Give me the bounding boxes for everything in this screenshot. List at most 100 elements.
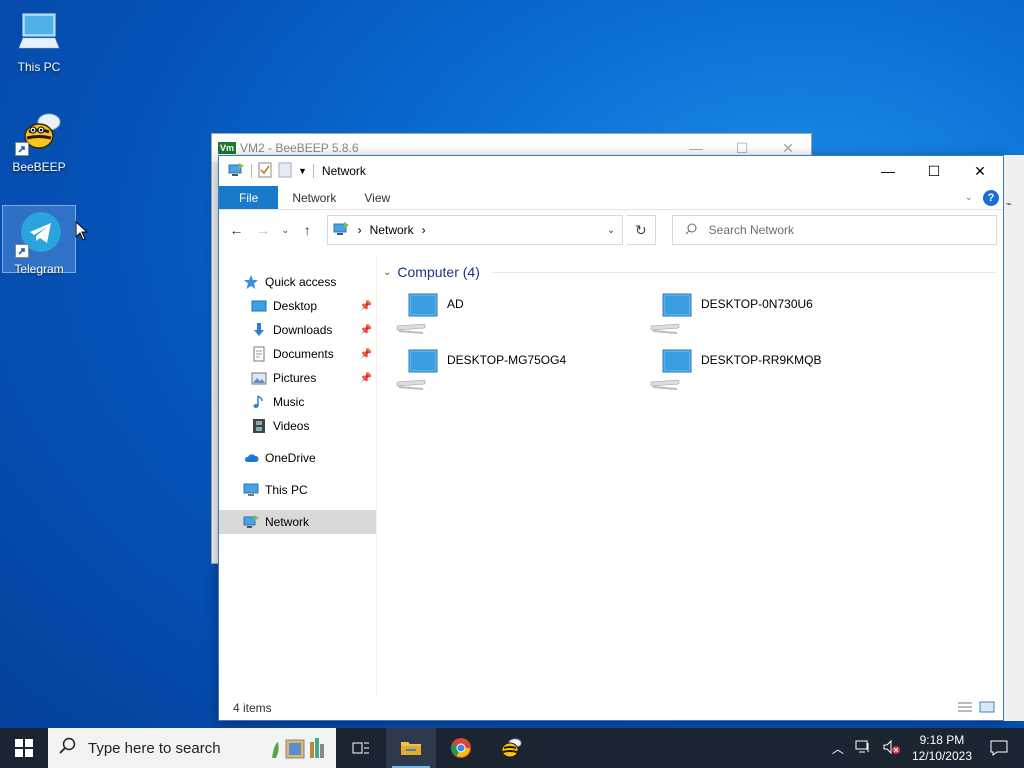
film-strip-icon [251, 418, 267, 434]
window-title: Network [321, 164, 366, 178]
notification-icon [990, 740, 1008, 756]
close-button[interactable]: ✕ [957, 156, 1003, 186]
star-icon [243, 274, 259, 290]
group-header-computer[interactable]: ⌄ Computer (4) [383, 262, 995, 282]
computer-item[interactable]: AD [395, 290, 649, 338]
refresh-button[interactable]: ↻ [627, 215, 656, 245]
maximize-button[interactable]: ☐ [911, 156, 957, 186]
file-explorer-window[interactable]: ▼ Network — ☐ ✕ File Network View ⌄ ? ← … [218, 155, 1004, 721]
customize-toolbar-chevron-icon[interactable]: ▼ [298, 166, 307, 176]
nav-videos[interactable]: Videos [219, 414, 376, 438]
expand-ribbon-chevron-icon[interactable]: ⌄ [965, 192, 973, 203]
computer-item[interactable]: DESKTOP-RR9KMQB [649, 346, 903, 394]
taskbar-search-box[interactable]: Type here to search [48, 728, 336, 768]
minimize-button[interactable]: — [865, 156, 911, 186]
nav-label: This PC [265, 483, 308, 497]
breadcrumb-chevron-icon[interactable]: › [358, 223, 362, 237]
search-highlight-icon [272, 738, 324, 759]
notifications-button[interactable] [982, 740, 1016, 756]
maximize-icon[interactable]: ☐ [719, 140, 765, 157]
show-hidden-icons-chevron-icon[interactable]: ︿ [832, 740, 844, 757]
details-view-icon[interactable] [957, 701, 973, 716]
computer-name: DESKTOP-RR9KMQB [701, 353, 822, 367]
up-button[interactable]: ↑ [296, 218, 319, 242]
computer-icon [649, 346, 695, 395]
desktop-icon-telegram[interactable]: Telegram [2, 205, 76, 276]
this-pc-icon [15, 8, 63, 56]
taskbar: Type here to search ︿ 9:18 PM 12/10/2023 [0, 728, 1024, 768]
taskbar-search-placeholder: Type here to search [88, 739, 221, 757]
pin-icon[interactable]: 📌 [360, 301, 372, 312]
nav-music[interactable]: Music [219, 390, 376, 414]
nav-label: Quick access [265, 275, 337, 289]
computer-item[interactable]: DESKTOP-MG75OG4 [395, 346, 649, 394]
nav-desktop[interactable]: Desktop 📌 [219, 294, 376, 318]
background-window-edge: ⌁ [1004, 155, 1024, 721]
network-status-icon[interactable] [854, 739, 872, 758]
file-explorer-taskbar-button[interactable] [386, 728, 436, 768]
task-view-button[interactable] [336, 728, 386, 768]
computer-name: DESKTOP-0N730U6 [701, 297, 813, 311]
nav-label: Documents [273, 347, 334, 361]
file-view[interactable]: ⌄ Computer (4) AD DESKTOP-0N730U6 DESKTO… [377, 256, 1003, 696]
beebeep-taskbar-button[interactable] [486, 728, 536, 768]
nav-pictures[interactable]: Pictures 📌 [219, 366, 376, 390]
nav-network[interactable]: Network [219, 510, 376, 534]
tab-file[interactable]: File [219, 186, 279, 209]
desktop-icon-label: BeeBEEP [12, 160, 66, 174]
desktop-icon-beebeep[interactable]: BeeBEEP [2, 108, 76, 174]
nav-onedrive[interactable]: OneDrive [219, 446, 376, 470]
new-folder-icon[interactable] [278, 162, 292, 181]
help-button[interactable]: ? [983, 189, 999, 206]
nav-label: Music [273, 395, 305, 409]
beebeep-bee-icon [15, 108, 63, 156]
nav-label: Videos [273, 419, 310, 433]
start-button[interactable] [0, 728, 48, 768]
desktop-icon-this-pc[interactable]: This PC [2, 8, 76, 74]
breadcrumb-chevron-icon[interactable]: › [422, 223, 426, 237]
nav-documents[interactable]: Documents 📌 [219, 342, 376, 366]
shortcut-arrow-icon [15, 244, 29, 258]
clock-time: 9:18 PM [919, 733, 965, 747]
pin-icon[interactable]: 📌 [360, 349, 372, 360]
task-view-icon [352, 742, 369, 754]
tab-view[interactable]: View [350, 186, 404, 209]
clock[interactable]: 9:18 PM 12/10/2023 [912, 732, 972, 764]
forward-button[interactable]: → [252, 218, 275, 242]
volume-muted-icon[interactable] [882, 739, 902, 758]
system-tray: ︿ 9:18 PM 12/10/2023 [832, 728, 1024, 768]
pin-icon[interactable]: 📌 [360, 325, 372, 336]
address-bar[interactable]: › Network › ⌄ [326, 215, 624, 245]
properties-icon[interactable] [258, 162, 272, 181]
cloud-icon [243, 450, 259, 466]
search-box[interactable]: Search Network [671, 215, 997, 245]
network-icon [332, 221, 350, 240]
nav-label: Network [265, 515, 310, 529]
computer-item[interactable]: DESKTOP-0N730U6 [649, 290, 903, 338]
large-icons-view-icon[interactable] [979, 701, 995, 716]
nav-this-pc[interactable]: This PC [219, 478, 376, 502]
folder-icon [401, 742, 421, 755]
minimize-icon[interactable]: — [673, 140, 719, 157]
breadcrumb-network[interactable]: Network [370, 223, 414, 237]
close-icon[interactable]: ✕ [765, 140, 811, 157]
nav-label: Downloads [273, 323, 333, 337]
desktop-icon-label: This PC [17, 60, 61, 74]
nav-label: Pictures [273, 371, 317, 385]
search-placeholder: Search Network [708, 223, 795, 237]
nav-quick-access[interactable]: Quick access [219, 270, 376, 294]
nav-label: Desktop [273, 299, 318, 313]
recent-locations-chevron-icon[interactable]: ⌄ [279, 218, 292, 242]
computer-icon [649, 290, 695, 339]
tab-network[interactable]: Network [278, 186, 350, 209]
pin-icon[interactable]: 📌 [360, 373, 372, 384]
beebeep-bee-icon [501, 738, 522, 758]
mouse-cursor-icon [75, 221, 89, 241]
collapse-chevron-icon[interactable]: ⌄ [383, 267, 391, 278]
nav-downloads[interactable]: Downloads 📌 [219, 318, 376, 342]
back-button[interactable]: ← [225, 218, 248, 242]
chrome-taskbar-button[interactable] [436, 728, 486, 768]
clock-date: 12/10/2023 [911, 749, 972, 763]
explorer-titlebar[interactable]: ▼ Network — ☐ ✕ [219, 156, 1003, 186]
address-dropdown-icon[interactable]: ⌄ [600, 225, 622, 236]
